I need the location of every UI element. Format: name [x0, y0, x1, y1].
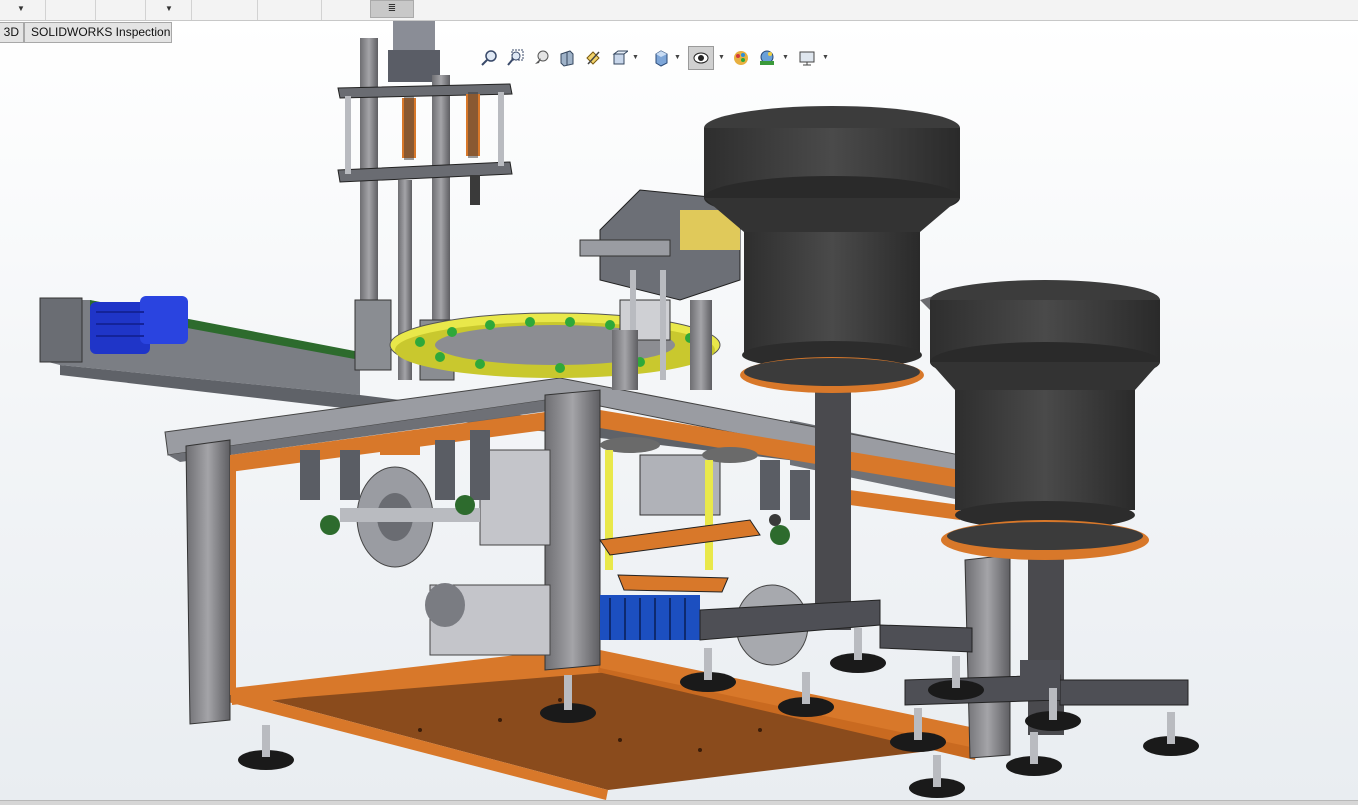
edit-appearance-icon	[734, 51, 748, 65]
toolbar-cell-2[interactable]	[46, 0, 96, 20]
bowl-feeder-main	[699, 106, 973, 653]
section-view-icon	[560, 50, 574, 67]
hide-show-items-button[interactable]	[688, 46, 714, 70]
apply-scene-button[interactable]	[756, 46, 778, 70]
toolbar-cell-5[interactable]	[192, 0, 258, 20]
display-style-icon	[655, 50, 668, 67]
dynamic-annotation-icon	[586, 51, 600, 65]
apply-scene-icon	[760, 50, 774, 65]
toolbar-cell-6[interactable]	[258, 0, 322, 20]
tab-label: 3D	[3, 25, 19, 39]
apply-scene-dropdown-icon[interactable]: ▼	[782, 54, 789, 61]
toolbar-pin-button[interactable]: ≣	[370, 0, 414, 18]
view-settings-icon	[799, 51, 815, 66]
view-orientation-dropdown-icon[interactable]: ▼	[632, 54, 639, 61]
edit-appearance-button[interactable]	[730, 46, 752, 70]
dropdown-arrow-icon: ▼	[165, 4, 173, 13]
zoom-to-area-button[interactable]	[504, 46, 526, 70]
view-orientation-icon	[612, 50, 628, 65]
view-settings-dropdown-icon[interactable]: ▼	[822, 54, 829, 61]
pin-icon: ≣	[387, 3, 397, 14]
dropdown-arrow-icon: ▼	[17, 4, 25, 13]
view-settings-button[interactable]	[796, 46, 818, 70]
display-style-dropdown-icon[interactable]: ▼	[674, 54, 681, 61]
previous-view-button[interactable]	[530, 46, 552, 70]
zoom-to-fit-button[interactable]	[478, 46, 500, 70]
display-style-button[interactable]	[650, 46, 672, 70]
section-view-button[interactable]	[556, 46, 578, 70]
toolbar-dropdown-4[interactable]: ▼	[146, 0, 192, 20]
cad-model-view[interactable]	[0, 21, 1358, 800]
hide-show-dropdown-icon[interactable]: ▼	[718, 54, 725, 61]
tab-3d[interactable]: 3D	[0, 22, 24, 43]
toolbar-cell-3[interactable]	[96, 0, 146, 20]
zoom-to-fit-icon	[481, 50, 497, 66]
zoom-to-area-icon	[507, 49, 524, 66]
toolbar-dropdown-1[interactable]: ▼	[0, 0, 46, 20]
previous-view-icon	[535, 50, 549, 64]
command-toolbar: ▼ ▼ ≣	[0, 0, 1358, 21]
dynamic-annotation-button[interactable]	[582, 46, 604, 70]
tab-label: SOLIDWORKS Inspection	[31, 25, 171, 39]
tab-solidworks-inspection[interactable]: SOLIDWORKS Inspection	[24, 22, 172, 43]
hide-show-items-icon	[693, 52, 709, 64]
graphics-area[interactable]: ▼ ▼ ▼ ▼ ▼	[0, 21, 1358, 800]
view-orientation-button[interactable]	[608, 46, 630, 70]
status-bar	[0, 800, 1358, 805]
